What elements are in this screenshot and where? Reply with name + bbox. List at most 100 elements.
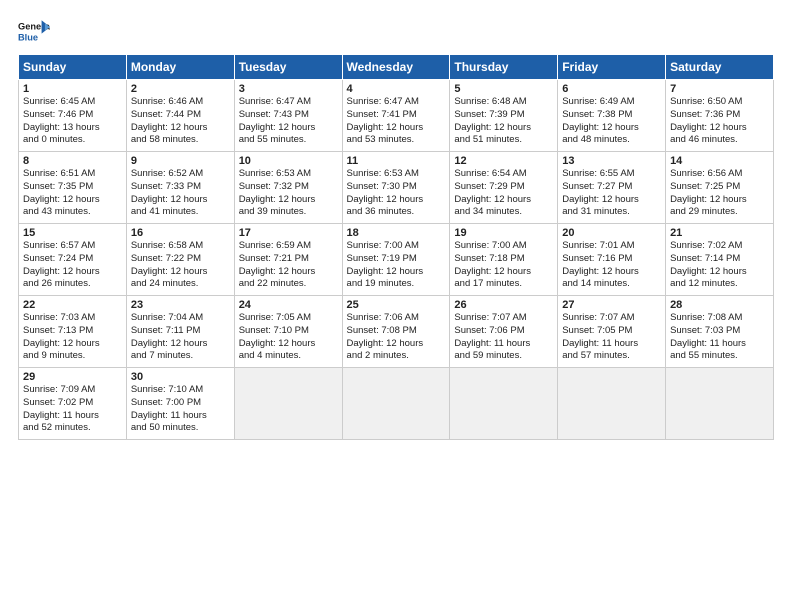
calendar-cell: 19Sunrise: 7:00 AMSunset: 7:18 PMDayligh… [450,224,558,296]
day-info: Sunrise: 7:07 AMSunset: 7:06 PMDaylight:… [454,312,553,363]
calendar-cell: 21Sunrise: 7:02 AMSunset: 7:14 PMDayligh… [666,224,774,296]
day-info: Sunrise: 7:07 AMSunset: 7:05 PMDaylight:… [562,312,661,363]
day-info: Sunrise: 7:09 AMSunset: 7:02 PMDaylight:… [23,384,122,435]
day-number: 17 [239,227,338,239]
day-info: Sunrise: 7:04 AMSunset: 7:11 PMDaylight:… [131,312,230,363]
calendar-cell: 8Sunrise: 6:51 AMSunset: 7:35 PMDaylight… [19,152,127,224]
svg-text:Blue: Blue [18,32,38,42]
calendar-cell: 30Sunrise: 7:10 AMSunset: 7:00 PMDayligh… [126,368,234,440]
day-number: 25 [347,299,446,311]
day-number: 9 [131,155,230,167]
calendar-cell: 24Sunrise: 7:05 AMSunset: 7:10 PMDayligh… [234,296,342,368]
day-info: Sunrise: 7:03 AMSunset: 7:13 PMDaylight:… [23,312,122,363]
day-number: 22 [23,299,122,311]
calendar-cell: 18Sunrise: 7:00 AMSunset: 7:19 PMDayligh… [342,224,450,296]
logo: General Blue [18,18,50,46]
day-info: Sunrise: 6:50 AMSunset: 7:36 PMDaylight:… [670,96,769,147]
day-info: Sunrise: 6:47 AMSunset: 7:41 PMDaylight:… [347,96,446,147]
day-number: 19 [454,227,553,239]
day-number: 14 [670,155,769,167]
day-info: Sunrise: 6:46 AMSunset: 7:44 PMDaylight:… [131,96,230,147]
logo-icon: General Blue [18,18,50,46]
day-number: 4 [347,83,446,95]
calendar-cell: 17Sunrise: 6:59 AMSunset: 7:21 PMDayligh… [234,224,342,296]
day-info: Sunrise: 7:00 AMSunset: 7:18 PMDaylight:… [454,240,553,291]
day-info: Sunrise: 6:57 AMSunset: 7:24 PMDaylight:… [23,240,122,291]
day-number: 2 [131,83,230,95]
day-number: 21 [670,227,769,239]
calendar-cell: 13Sunrise: 6:55 AMSunset: 7:27 PMDayligh… [558,152,666,224]
day-number: 15 [23,227,122,239]
day-info: Sunrise: 7:06 AMSunset: 7:08 PMDaylight:… [347,312,446,363]
calendar-cell: 12Sunrise: 6:54 AMSunset: 7:29 PMDayligh… [450,152,558,224]
day-number: 1 [23,83,122,95]
day-info: Sunrise: 7:02 AMSunset: 7:14 PMDaylight:… [670,240,769,291]
day-info: Sunrise: 6:51 AMSunset: 7:35 PMDaylight:… [23,168,122,219]
page: General Blue SundayMondayTuesdayWednesda… [0,0,792,450]
dow-header: Friday [558,55,666,80]
dow-header: Thursday [450,55,558,80]
calendar-cell: 6Sunrise: 6:49 AMSunset: 7:38 PMDaylight… [558,80,666,152]
calendar-cell: 4Sunrise: 6:47 AMSunset: 7:41 PMDaylight… [342,80,450,152]
day-info: Sunrise: 6:52 AMSunset: 7:33 PMDaylight:… [131,168,230,219]
day-number: 18 [347,227,446,239]
dow-header: Wednesday [342,55,450,80]
day-info: Sunrise: 6:56 AMSunset: 7:25 PMDaylight:… [670,168,769,219]
calendar-cell [450,368,558,440]
day-number: 3 [239,83,338,95]
calendar-cell: 29Sunrise: 7:09 AMSunset: 7:02 PMDayligh… [19,368,127,440]
day-info: Sunrise: 7:01 AMSunset: 7:16 PMDaylight:… [562,240,661,291]
day-info: Sunrise: 6:47 AMSunset: 7:43 PMDaylight:… [239,96,338,147]
day-number: 11 [347,155,446,167]
calendar-cell: 2Sunrise: 6:46 AMSunset: 7:44 PMDaylight… [126,80,234,152]
day-number: 10 [239,155,338,167]
day-info: Sunrise: 7:08 AMSunset: 7:03 PMDaylight:… [670,312,769,363]
day-number: 20 [562,227,661,239]
calendar-cell: 27Sunrise: 7:07 AMSunset: 7:05 PMDayligh… [558,296,666,368]
calendar-cell: 9Sunrise: 6:52 AMSunset: 7:33 PMDaylight… [126,152,234,224]
day-number: 30 [131,371,230,383]
day-info: Sunrise: 7:10 AMSunset: 7:00 PMDaylight:… [131,384,230,435]
day-info: Sunrise: 6:54 AMSunset: 7:29 PMDaylight:… [454,168,553,219]
header: General Blue [18,18,774,46]
day-info: Sunrise: 6:53 AMSunset: 7:30 PMDaylight:… [347,168,446,219]
day-number: 6 [562,83,661,95]
day-number: 16 [131,227,230,239]
calendar-cell: 20Sunrise: 7:01 AMSunset: 7:16 PMDayligh… [558,224,666,296]
dow-header: Saturday [666,55,774,80]
calendar-cell: 28Sunrise: 7:08 AMSunset: 7:03 PMDayligh… [666,296,774,368]
day-number: 13 [562,155,661,167]
day-info: Sunrise: 7:00 AMSunset: 7:19 PMDaylight:… [347,240,446,291]
day-info: Sunrise: 6:58 AMSunset: 7:22 PMDaylight:… [131,240,230,291]
calendar-cell [234,368,342,440]
calendar-cell: 23Sunrise: 7:04 AMSunset: 7:11 PMDayligh… [126,296,234,368]
calendar-cell: 5Sunrise: 6:48 AMSunset: 7:39 PMDaylight… [450,80,558,152]
calendar-cell: 25Sunrise: 7:06 AMSunset: 7:08 PMDayligh… [342,296,450,368]
day-info: Sunrise: 7:05 AMSunset: 7:10 PMDaylight:… [239,312,338,363]
calendar-cell [666,368,774,440]
day-number: 28 [670,299,769,311]
calendar-cell: 10Sunrise: 6:53 AMSunset: 7:32 PMDayligh… [234,152,342,224]
day-number: 27 [562,299,661,311]
calendar-cell: 11Sunrise: 6:53 AMSunset: 7:30 PMDayligh… [342,152,450,224]
day-number: 23 [131,299,230,311]
day-number: 29 [23,371,122,383]
day-info: Sunrise: 6:55 AMSunset: 7:27 PMDaylight:… [562,168,661,219]
dow-header: Sunday [19,55,127,80]
calendar-cell [342,368,450,440]
day-number: 24 [239,299,338,311]
day-info: Sunrise: 6:45 AMSunset: 7:46 PMDaylight:… [23,96,122,147]
day-info: Sunrise: 6:59 AMSunset: 7:21 PMDaylight:… [239,240,338,291]
calendar-cell [558,368,666,440]
calendar-cell: 26Sunrise: 7:07 AMSunset: 7:06 PMDayligh… [450,296,558,368]
day-info: Sunrise: 6:53 AMSunset: 7:32 PMDaylight:… [239,168,338,219]
dow-header: Tuesday [234,55,342,80]
calendar-cell: 15Sunrise: 6:57 AMSunset: 7:24 PMDayligh… [19,224,127,296]
calendar: SundayMondayTuesdayWednesdayThursdayFrid… [18,54,774,440]
calendar-cell: 7Sunrise: 6:50 AMSunset: 7:36 PMDaylight… [666,80,774,152]
day-number: 12 [454,155,553,167]
day-number: 7 [670,83,769,95]
calendar-cell: 16Sunrise: 6:58 AMSunset: 7:22 PMDayligh… [126,224,234,296]
calendar-cell: 14Sunrise: 6:56 AMSunset: 7:25 PMDayligh… [666,152,774,224]
day-info: Sunrise: 6:49 AMSunset: 7:38 PMDaylight:… [562,96,661,147]
